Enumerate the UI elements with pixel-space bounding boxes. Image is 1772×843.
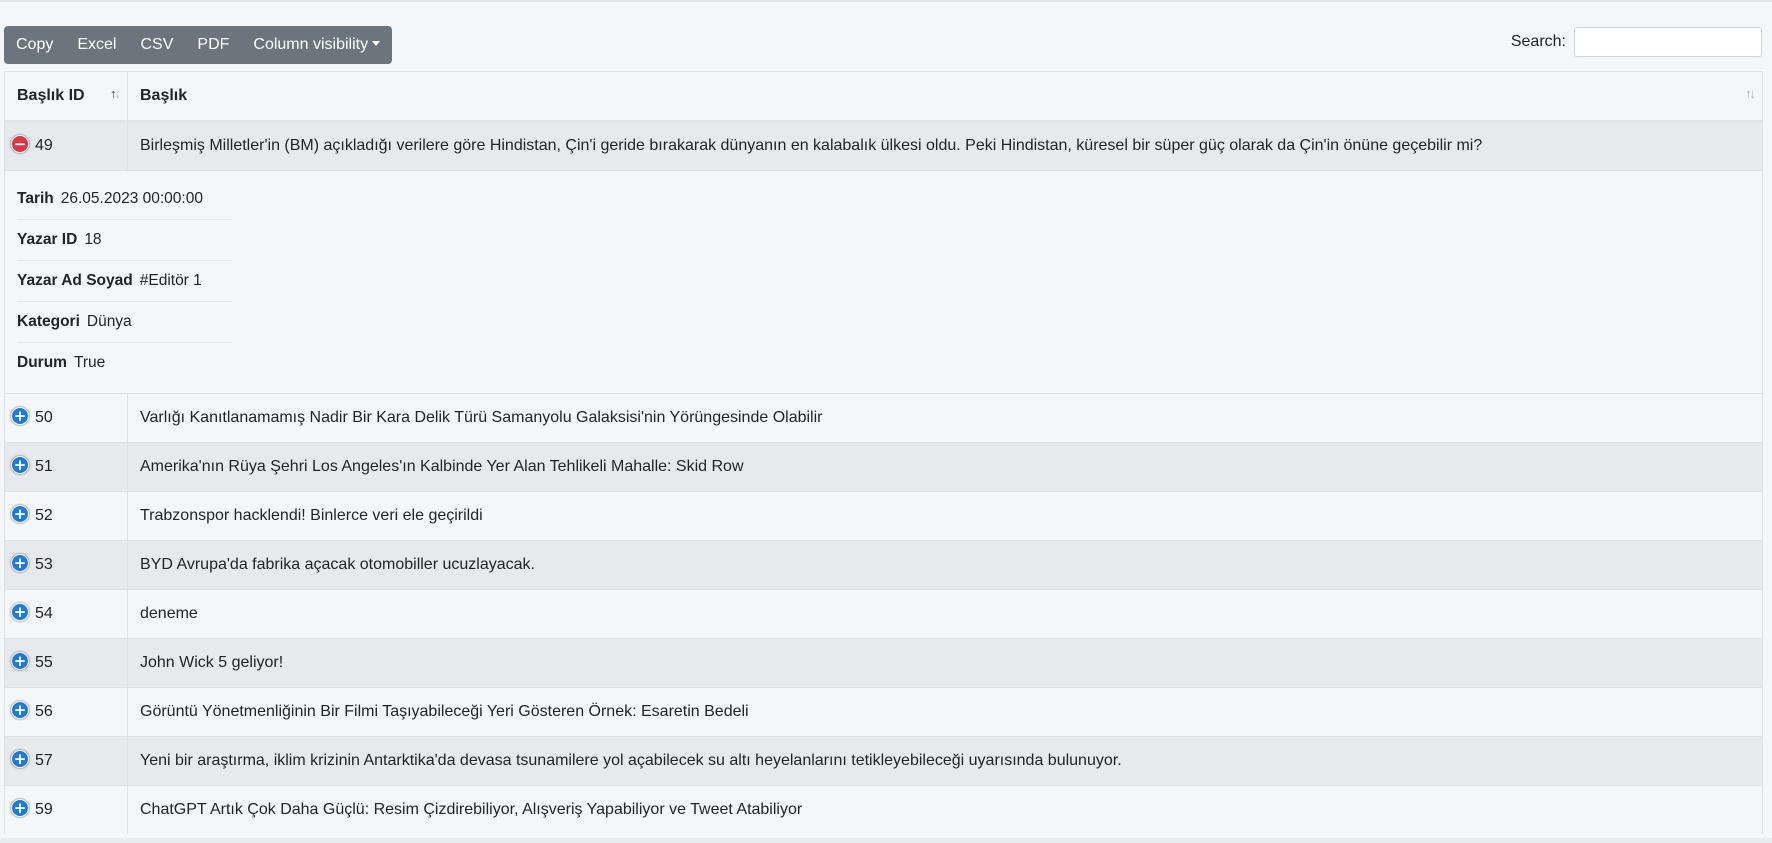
detail-item: Yazar ID 18 xyxy=(17,220,232,261)
detail-value: #Editör 1 xyxy=(139,272,202,289)
column-header-id[interactable]: Başlık ID ↑↓ xyxy=(5,72,128,122)
row-title: ChatGPT Artık Çok Daha Güçlü: Resim Çizd… xyxy=(127,785,1762,834)
data-table-wrapper: Başlık ID ↑↓ Başlık ↑↓ −49 Birleşmiş Mill… xyxy=(4,71,1763,834)
plus-circle-icon[interactable]: + xyxy=(11,799,29,817)
plus-circle-icon[interactable]: + xyxy=(11,554,29,572)
row-id: 59 xyxy=(35,801,53,818)
row-title: Birleşmiş Milletler'in (BM) açıkladığı v… xyxy=(127,120,1762,171)
excel-button[interactable]: Excel xyxy=(65,26,128,64)
detail-value: Dünya xyxy=(86,313,132,330)
row-title: Trabzonspor hacklendi! Binlerce veri ele… xyxy=(127,491,1762,541)
row-details-cell: Tarih 26.05.2023 00:00:00 Yazar ID 18 Yazar … xyxy=(5,170,1762,394)
csv-button[interactable]: CSV xyxy=(128,26,185,64)
detail-item: Yazar Ad Soyad #Editör 1 xyxy=(17,261,232,302)
plus-circle-icon[interactable]: + xyxy=(11,701,29,719)
table-row: +51 Amerika'nın Rüya Şehri Los Angeles'ın… xyxy=(5,442,1762,492)
row-title: Yeni bir araştırma, iklim krizinin Antar… xyxy=(127,736,1762,786)
details-list: Tarih 26.05.2023 00:00:00 Yazar ID 18 Yazar … xyxy=(17,179,232,383)
search-area: Search: xyxy=(1511,26,1762,58)
row-title: Görüntü Yönetmenliğinin Bir Filmi Taşıya… xyxy=(127,687,1762,737)
plus-circle-icon[interactable]: + xyxy=(11,750,29,768)
plus-circle-icon[interactable]: + xyxy=(11,407,29,425)
minus-circle-icon[interactable]: − xyxy=(11,135,29,153)
row-title: BYD Avrupa'da fabrika açacak otomobiller… xyxy=(127,540,1762,590)
row-title: John Wick 5 geliyor! xyxy=(127,638,1762,688)
row-title: Amerika'nın Rüya Şehri Los Angeles'ın Ka… xyxy=(127,442,1762,492)
row-id: 52 xyxy=(35,507,53,524)
pdf-button[interactable]: PDF xyxy=(185,26,241,64)
copy-button[interactable]: Copy xyxy=(4,26,65,64)
row-id: 51 xyxy=(35,458,53,475)
row-id-cell: +50 xyxy=(5,393,128,443)
detail-value: 18 xyxy=(84,231,102,248)
row-id-cell: +59 xyxy=(5,785,128,834)
table-row: +50 Varlığı Kanıtlanamamış Nadir Bir Kara… xyxy=(5,393,1762,443)
table-row: −49 Birleşmiş Milletler'in (BM) açıkladığ… xyxy=(5,120,1762,171)
detail-label: Yazar Ad Soyad xyxy=(17,272,133,289)
detail-item: Tarih 26.05.2023 00:00:00 xyxy=(17,179,232,220)
row-id-cell: +57 xyxy=(5,736,128,786)
detail-value: 26.05.2023 00:00:00 xyxy=(60,190,203,207)
table-row: +53 BYD Avrupa'da fabrika açacak otomobil… xyxy=(5,540,1762,590)
plus-circle-icon[interactable]: + xyxy=(11,505,29,523)
column-visibility-label: Column visibility xyxy=(253,36,369,53)
table-row: +56 Görüntü Yönetmenliğinin Bir Filmi Taş… xyxy=(5,687,1762,737)
bottom-edge xyxy=(0,838,1772,843)
detail-value: True xyxy=(73,354,106,371)
row-id-cell: −49 xyxy=(5,120,128,171)
row-title: Varlığı Kanıtlanamamış Nadir Bir Kara De… xyxy=(127,393,1762,443)
caret-down-icon xyxy=(372,41,381,46)
top-border xyxy=(0,0,1772,2)
row-id-cell: +56 xyxy=(5,687,128,737)
column-visibility-button[interactable]: Column visibility xyxy=(241,26,392,64)
column-header-title-label: Başlık xyxy=(140,87,188,104)
sort-arrows-icon: ↑↓ xyxy=(1745,86,1756,101)
table-row: +55 John Wick 5 geliyor! xyxy=(5,638,1762,688)
plus-circle-icon[interactable]: + xyxy=(11,603,29,621)
detail-item: Kategori Dünya xyxy=(17,302,232,343)
detail-label: Kategori xyxy=(17,313,80,330)
row-id: 55 xyxy=(35,654,53,671)
table-body: −49 Birleşmiş Milletler'in (BM) açıkladığ… xyxy=(5,120,1762,834)
row-id: 56 xyxy=(35,703,53,720)
row-id-cell: +51 xyxy=(5,442,128,492)
row-id-cell: +52 xyxy=(5,491,128,541)
sort-arrows-icon: ↑↓ xyxy=(110,86,121,101)
articles-table: Başlık ID ↑↓ Başlık ↑↓ −49 Birleşmiş Mill… xyxy=(5,72,1762,834)
row-id-cell: +55 xyxy=(5,638,128,688)
row-id: 57 xyxy=(35,752,53,769)
row-id: 54 xyxy=(35,605,53,622)
search-label: Search: xyxy=(1510,33,1566,50)
detail-label: Yazar ID xyxy=(17,231,78,248)
column-header-id-label: Başlık ID xyxy=(17,87,85,104)
detail-item: Durum True xyxy=(17,343,232,383)
export-button-group: Copy Excel CSV PDF Column visibility xyxy=(4,26,393,64)
table-row: +57 Yeni bir araştırma, iklim krizinin An… xyxy=(5,736,1762,786)
row-id: 49 xyxy=(35,137,53,154)
row-id-cell: +54 xyxy=(5,589,128,639)
detail-label: Tarih xyxy=(17,190,54,207)
row-id: 53 xyxy=(35,556,53,573)
row-title: deneme xyxy=(127,589,1762,639)
plus-circle-icon[interactable]: + xyxy=(11,652,29,670)
row-details: Tarih 26.05.2023 00:00:00 Yazar ID 18 Yazar … xyxy=(5,170,1762,394)
search-input[interactable] xyxy=(1574,27,1762,57)
table-row: +59 ChatGPT Artık Çok Daha Güçlü: Resim Ç… xyxy=(5,785,1762,834)
column-header-title[interactable]: Başlık ↑↓ xyxy=(127,72,1762,122)
detail-label: Durum xyxy=(17,354,67,371)
plus-circle-icon[interactable]: + xyxy=(11,456,29,474)
table-row: +54 deneme xyxy=(5,589,1762,639)
row-id: 50 xyxy=(35,409,53,426)
table-row: +52 Trabzonspor hacklendi! Binlerce veri … xyxy=(5,491,1762,541)
table-header-row: Başlık ID ↑↓ Başlık ↑↓ xyxy=(5,72,1762,122)
row-id-cell: +53 xyxy=(5,540,128,590)
